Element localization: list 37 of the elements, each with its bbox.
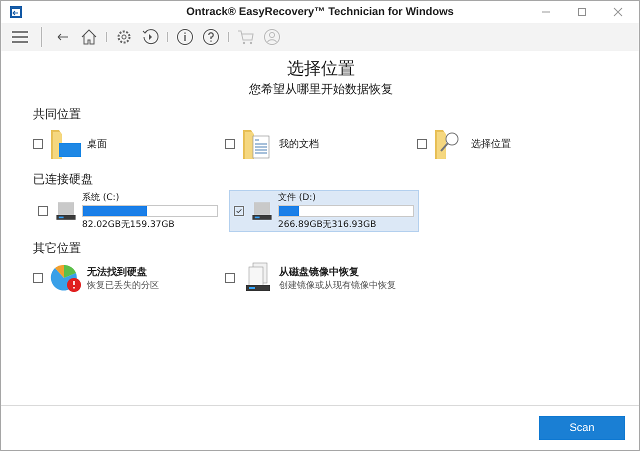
- drive-usage: 82.02GB无159.37GB: [82, 219, 176, 231]
- checkbox[interactable]: [225, 273, 235, 283]
- location-label: 我的文档: [279, 138, 319, 151]
- scan-button[interactable]: Scan: [539, 416, 625, 440]
- checkbox[interactable]: [33, 139, 43, 149]
- checkbox[interactable]: [234, 206, 244, 216]
- drive-card[interactable]: 文件 (D:) 266.89GB无316.93GB: [229, 190, 419, 232]
- checkbox[interactable]: [33, 273, 43, 283]
- hard-drive-icon: [54, 199, 78, 223]
- checkbox[interactable]: [38, 206, 48, 216]
- close-icon[interactable]: [613, 7, 623, 17]
- window-title: Ontrack® EasyRecovery™ Technician for Windows: [186, 6, 454, 18]
- restore-icon[interactable]: [141, 28, 159, 46]
- page-subheading: 您希望从哪里开始数据恢复: [248, 81, 394, 98]
- section-heading: 共同位置: [33, 106, 82, 123]
- home-icon[interactable]: [80, 28, 98, 46]
- location-description: 创建镜像或从现有镜像中恢复: [279, 280, 396, 292]
- drive-label: 文件 (D:): [278, 192, 317, 204]
- maximize-icon[interactable]: [577, 7, 587, 17]
- checkbox[interactable]: [417, 139, 427, 149]
- page-heading: 选择位置: [286, 58, 356, 80]
- location-label: 从磁盘镜像中恢复: [279, 266, 360, 278]
- location-label: 无法找到硬盘: [87, 266, 148, 278]
- desktop-folder-icon: [49, 127, 83, 161]
- location-description: 恢复已丢失的分区: [87, 280, 159, 292]
- app-icon: [9, 5, 23, 19]
- section-heading: 已连接硬盘: [33, 171, 94, 188]
- help-icon[interactable]: [202, 28, 220, 46]
- section-heading: 其它位置: [33, 240, 82, 257]
- drive-usage: 266.89GB无316.93GB: [278, 219, 378, 231]
- drive-label: 系统 (C:): [82, 192, 120, 204]
- location-label: 选择位置: [471, 138, 511, 151]
- hard-drive-icon: [250, 199, 274, 223]
- checkbox[interactable]: [225, 139, 235, 149]
- location-label: 桌面: [87, 138, 107, 151]
- info-icon[interactable]: [176, 28, 194, 46]
- settings-icon[interactable]: [115, 28, 133, 46]
